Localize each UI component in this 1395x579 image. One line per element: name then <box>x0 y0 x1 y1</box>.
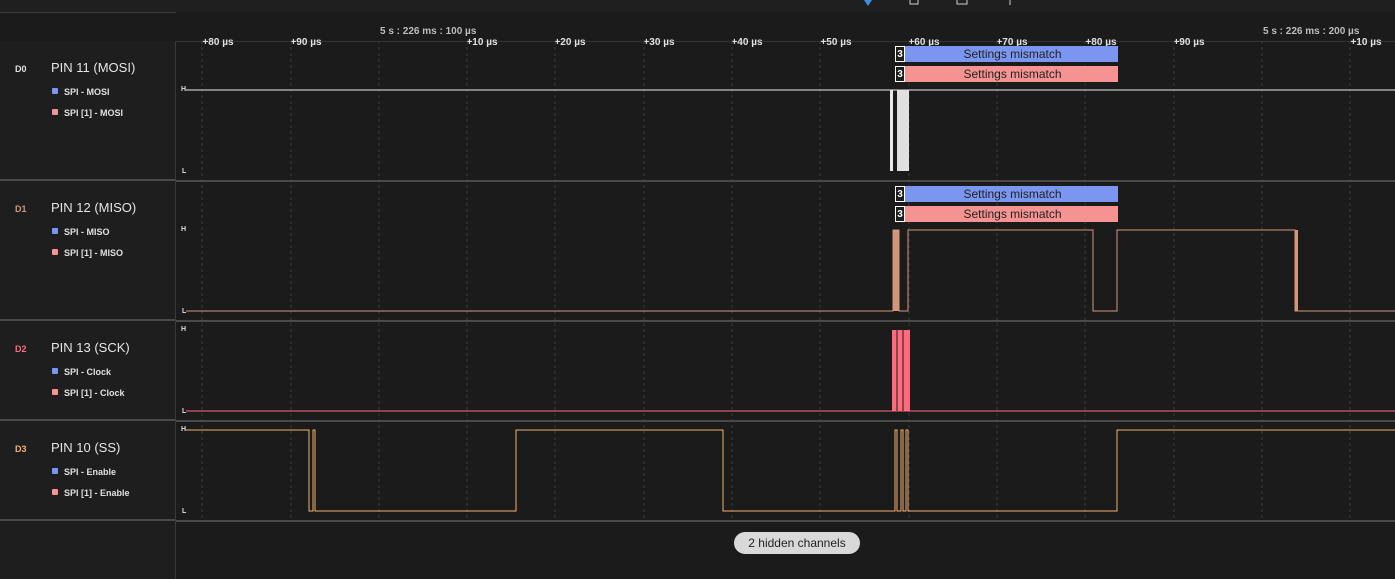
level-high-label: H <box>181 86 187 93</box>
time-ruler[interactable]: 5 s : 226 ms : 100 µs 5 s : 226 ms : 200… <box>176 12 1395 48</box>
level-low-label: L <box>182 168 187 175</box>
analyzer-frame[interactable]: 3 Settings mismatch <box>895 46 1118 62</box>
analyzer-color-swatch <box>52 389 58 395</box>
level-high-label: H <box>181 326 187 333</box>
timestamp-right: 5 s : 226 ms : 200 µs <box>1263 26 1360 37</box>
frame-label: Settings mismatch <box>963 207 1062 221</box>
channel-index: D1 <box>15 204 27 214</box>
channel-name[interactable]: PIN 13 (SCK) <box>51 340 130 355</box>
channel-index: D2 <box>15 344 27 354</box>
tick-label: +40 µs <box>731 37 763 48</box>
level-high-label: H <box>181 226 187 233</box>
signal-pulse <box>1295 230 1298 311</box>
tick-label: +50 µs <box>820 37 852 48</box>
tick-label: +20 µs <box>554 37 586 48</box>
capture-icon[interactable] <box>955 0 969 6</box>
analyzer-label[interactable]: SPI [1] - MISO <box>52 248 123 258</box>
level-low-label: L <box>182 408 187 415</box>
waveform-area <box>176 41 1395 522</box>
clock-burst <box>892 330 910 411</box>
waveform-d0 <box>186 89 1395 171</box>
hidden-channels-button[interactable]: 2 hidden channels <box>734 532 860 554</box>
frame-number: 3 <box>895 46 905 62</box>
channel-row-d0[interactable]: D0 PIN 11 (MOSI) SPI - MOSI SPI [1] - MO… <box>0 41 175 181</box>
analyzer-color-swatch <box>52 368 58 374</box>
channel-sidebar: D0 PIN 11 (MOSI) SPI - MOSI SPI [1] - MO… <box>0 41 176 579</box>
signal-line <box>186 229 1395 312</box>
level-high-label: H <box>181 426 187 433</box>
waveform-d1 <box>186 229 1395 312</box>
frame-number: 3 <box>895 206 905 222</box>
frame-label: Settings mismatch <box>963 67 1062 81</box>
timestamp-left: 5 s : 226 ms : 100 µs <box>380 26 477 37</box>
tick-label: +10 µs <box>1350 37 1382 48</box>
grid-lines <box>201 41 1351 521</box>
waveform-d3 <box>186 429 1395 512</box>
play-icon[interactable] <box>860 0 874 6</box>
stop-icon[interactable] <box>908 0 920 6</box>
analyzer-frame[interactable]: 3 Settings mismatch <box>895 186 1118 202</box>
signal-line <box>186 429 1395 512</box>
tick-label: +30 µs <box>643 37 675 48</box>
channel-index: D3 <box>15 444 27 454</box>
level-low-label: L <box>182 508 187 515</box>
tick-label: +80 µs <box>202 37 234 48</box>
channel-name[interactable]: PIN 10 (SS) <box>51 440 120 455</box>
analyzer-color-swatch <box>52 249 58 255</box>
analyzer-label[interactable]: SPI - MOSI <box>52 87 110 97</box>
waveform-d2 <box>186 330 1395 412</box>
signal-pulse <box>897 90 909 171</box>
frame-label: Settings mismatch <box>963 187 1062 201</box>
pin-icon[interactable] <box>1005 0 1015 6</box>
signal-pulse <box>893 230 899 311</box>
channel-name[interactable]: PIN 12 (MISO) <box>51 200 136 215</box>
tick-label: +90 µs <box>290 37 322 48</box>
analyzer-color-swatch <box>52 468 58 474</box>
analyzer-label[interactable]: SPI - Clock <box>52 367 111 377</box>
frame-number: 3 <box>895 66 905 82</box>
analyzer-color-swatch <box>52 228 58 234</box>
analyzer-label[interactable]: SPI [1] - MOSI <box>52 108 123 118</box>
channel-name[interactable]: PIN 11 (MOSI) <box>51 60 135 75</box>
analyzer-label[interactable]: SPI [1] - Enable <box>52 488 130 498</box>
channel-row-d1[interactable]: D1 PIN 12 (MISO) SPI - MISO SPI [1] - MI… <box>0 181 175 321</box>
channel-row-d2[interactable]: D2 PIN 13 (SCK) SPI - Clock SPI [1] - Cl… <box>0 321 175 421</box>
analyzer-label[interactable]: SPI - MISO <box>52 227 110 237</box>
analyzer-color-swatch <box>52 109 58 115</box>
frame-label: Settings mismatch <box>963 47 1062 61</box>
analyzer-frame[interactable]: 3 Settings mismatch <box>895 206 1118 222</box>
tick-label: +10 µs <box>466 37 498 48</box>
analyzer-label[interactable]: SPI - Enable <box>52 467 116 477</box>
signal-pulse <box>890 90 893 171</box>
frame-number: 3 <box>895 186 905 202</box>
analyzer-frame[interactable]: 3 Settings mismatch <box>895 66 1118 82</box>
analyzer-color-swatch <box>52 88 58 94</box>
level-low-label: L <box>182 308 187 315</box>
tick-label: +90 µs <box>1173 37 1205 48</box>
analyzer-label[interactable]: SPI [1] - Clock <box>52 388 125 398</box>
channel-index: D0 <box>15 64 27 74</box>
channel-row-d3[interactable]: D3 PIN 10 (SS) SPI - Enable SPI [1] - En… <box>0 421 175 521</box>
analyzer-color-swatch <box>52 489 58 495</box>
